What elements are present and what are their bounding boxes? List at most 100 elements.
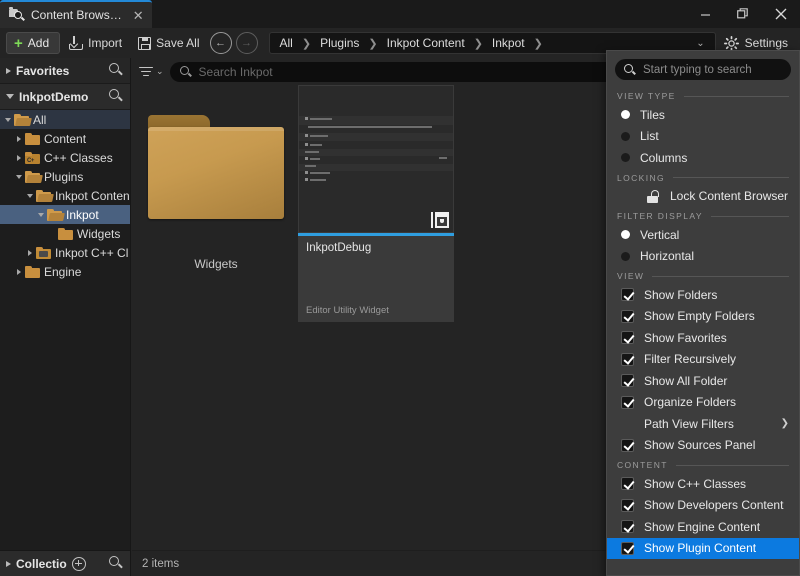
collections-header[interactable]: Collectio xyxy=(0,550,130,576)
tree-item-engine[interactable]: Engine xyxy=(0,262,130,281)
tree-item-label: Engine xyxy=(44,264,82,279)
chevron-right-icon xyxy=(6,67,11,74)
breadcrumb-separator: ❯ xyxy=(301,37,312,50)
menu-item-show-developers-content[interactable]: Show Developers Content xyxy=(607,495,799,517)
plus-icon: + xyxy=(14,34,23,52)
settings-button[interactable]: Settings xyxy=(723,35,794,51)
tree-item-widgets[interactable]: Widgets xyxy=(0,224,130,243)
radio-button[interactable] xyxy=(621,153,630,163)
radio-button[interactable] xyxy=(621,251,630,261)
project-label: InkpotDemo xyxy=(19,89,89,104)
tab-label: Content Brows… xyxy=(31,8,122,22)
back-button[interactable]: ← xyxy=(209,32,232,54)
menu-item-show-all-folder[interactable]: Show All Folder xyxy=(607,370,799,392)
chevron-right-icon[interactable] xyxy=(13,268,25,275)
menu-item-organize-folders[interactable]: Organize Folders xyxy=(607,392,799,414)
folder-tree: All Content C++ Classes Plugins Inkpot Conte… xyxy=(0,110,130,550)
tab-content-browser[interactable]: Content Brows… ✕ xyxy=(0,0,152,28)
tree-item-inkpot-conten[interactable]: Inkpot Conten xyxy=(0,186,130,205)
menu-item-list[interactable]: List xyxy=(607,126,799,148)
checkbox[interactable] xyxy=(621,352,634,366)
content-browser-icon xyxy=(9,7,25,22)
checkbox[interactable] xyxy=(621,477,634,491)
breadcrumb-separator: ❯ xyxy=(473,37,483,50)
menu-item-show-c-classes[interactable]: Show C++ Classes xyxy=(607,473,799,495)
folder-icon xyxy=(58,227,73,240)
menu-item-filter-recursively[interactable]: Filter Recursively xyxy=(607,349,799,371)
add-collection-icon[interactable] xyxy=(71,556,86,571)
menu-item-show-sources-panel[interactable]: Show Sources Panel xyxy=(607,435,799,457)
checkbox[interactable] xyxy=(621,309,634,323)
asset-tile-inkpotdebug[interactable]: InkpotDebug Editor Utility Widget xyxy=(298,85,454,322)
checkbox[interactable] xyxy=(621,331,634,345)
lock-open-icon xyxy=(647,189,660,203)
breadcrumb-item-inkpot[interactable]: Inkpot xyxy=(492,36,525,50)
tree-item-label: Widgets xyxy=(77,226,121,241)
menu-item-tiles[interactable]: Tiles xyxy=(607,104,799,126)
menu-item-horizontal[interactable]: Horizontal xyxy=(607,246,799,268)
menu-item-label: Show Folders xyxy=(644,287,718,302)
folder-open-icon xyxy=(25,170,40,183)
menu-search-input[interactable]: Start typing to search xyxy=(615,59,791,80)
radio-button[interactable] xyxy=(621,110,630,120)
favorites-header[interactable]: Favorites xyxy=(0,58,130,84)
checkbox[interactable] xyxy=(621,374,634,388)
filters-button[interactable]: ⌄ xyxy=(137,66,166,78)
tree-item-plugins[interactable]: Plugins xyxy=(0,167,130,186)
menu-item-show-engine-content[interactable]: Show Engine Content xyxy=(607,516,799,538)
checkbox[interactable] xyxy=(621,498,634,512)
checkbox[interactable] xyxy=(621,395,634,409)
chevron-right-icon[interactable] xyxy=(13,135,25,142)
tab-close-icon[interactable]: ✕ xyxy=(133,9,144,22)
tree-item-content[interactable]: Content xyxy=(0,129,130,148)
collections-search-icon[interactable] xyxy=(109,556,124,571)
folder-tile-label: Widgets xyxy=(194,257,238,271)
folder-tile-widgets[interactable]: Widgets xyxy=(138,89,294,271)
tree-item-c-classes[interactable]: C++ Classes xyxy=(0,148,130,167)
chevron-down-icon[interactable] xyxy=(2,117,14,122)
project-header[interactable]: InkpotDemo xyxy=(0,84,130,110)
chevron-right-icon[interactable] xyxy=(24,249,36,256)
menu-section-divider xyxy=(652,275,789,277)
checkbox[interactable] xyxy=(621,438,634,452)
chevron-down-icon[interactable] xyxy=(13,174,25,179)
checkbox[interactable] xyxy=(621,520,634,534)
menu-item-label: Show Favorites xyxy=(644,330,727,345)
minimize-icon[interactable] xyxy=(686,0,724,28)
menu-item-show-folders[interactable]: Show Folders xyxy=(607,284,799,306)
chevron-right-icon[interactable] xyxy=(13,154,25,161)
tree-item-inkpot-c-cl[interactable]: Inkpot C++ Cl xyxy=(0,243,130,262)
menu-item-vertical[interactable]: Vertical xyxy=(607,224,799,246)
project-search-icon[interactable] xyxy=(109,89,124,104)
breadcrumb-item-inkpot-content[interactable]: Inkpot Content xyxy=(387,36,465,50)
save-all-button[interactable]: Save All xyxy=(131,31,206,55)
menu-item-path-view-filters[interactable]: Path View Filters ❯ xyxy=(607,413,799,435)
add-button[interactable]: + Add xyxy=(6,32,61,54)
menu-item-show-plugin-content[interactable]: Show Plugin Content xyxy=(607,537,799,559)
tree-item-label: Inkpot C++ Cl xyxy=(55,245,129,260)
asset-name-label: InkpotDebug xyxy=(306,242,372,254)
menu-item-lock-content-browser[interactable]: Lock Content Browser xyxy=(607,186,799,208)
chevron-down-icon[interactable] xyxy=(35,212,47,217)
chevron-down-icon xyxy=(6,94,14,99)
breadcrumb-dropdown-icon[interactable]: ⌄ xyxy=(690,38,710,49)
menu-item-show-empty-folders[interactable]: Show Empty Folders xyxy=(607,306,799,328)
checkbox[interactable] xyxy=(621,541,634,555)
radio-button[interactable] xyxy=(621,230,630,240)
breadcrumb-item-plugins[interactable]: Plugins xyxy=(320,36,359,50)
tree-item-all[interactable]: All xyxy=(0,110,130,129)
forward-button[interactable]: → xyxy=(235,32,258,54)
breadcrumb-item-all[interactable]: All xyxy=(280,36,293,50)
tree-item-inkpot[interactable]: Inkpot xyxy=(0,205,130,224)
folder-cpp-icon xyxy=(25,151,40,164)
restore-icon[interactable] xyxy=(724,0,762,28)
import-button[interactable]: Import xyxy=(62,31,129,55)
favorites-search-icon[interactable] xyxy=(109,63,124,78)
checkbox[interactable] xyxy=(621,288,634,302)
chevron-down-icon[interactable] xyxy=(24,193,36,198)
menu-item-columns[interactable]: Columns xyxy=(607,147,799,169)
close-icon[interactable] xyxy=(762,0,800,28)
folder-icon xyxy=(148,115,284,219)
radio-button[interactable] xyxy=(621,131,630,141)
menu-item-show-favorites[interactable]: Show Favorites xyxy=(607,327,799,349)
